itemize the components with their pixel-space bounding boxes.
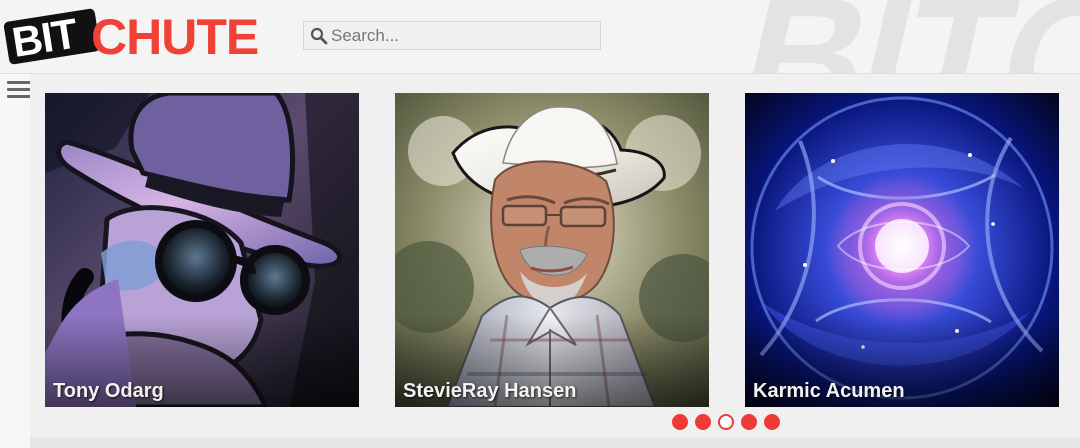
search-icon [310,27,328,45]
carousel-page-dot[interactable] [718,414,734,430]
channel-card-stevieray-hansen[interactable]: StevieRay Hansen [395,93,709,407]
carousel-page-dot[interactable] [695,414,711,430]
bitchute-logo[interactable]: BIT CHUTE [3,8,284,66]
channel-card-karmic-acumen[interactable]: Karmic Acumen [745,93,1059,407]
left-menu-strip [0,74,30,448]
channel-card-title: Karmic Acumen [753,380,905,402]
logo-chute-text: CHUTE [91,9,259,65]
search-input[interactable] [331,23,593,48]
carousel-page-dot[interactable] [672,414,688,430]
logo-bit-badge: BIT [3,8,101,66]
content-divider [30,437,1080,448]
menu-line [7,88,31,91]
hamburger-menu-icon[interactable] [7,79,31,101]
channel-card-title: StevieRay Hansen [403,380,577,402]
logo-bit-text: BIT [8,9,81,66]
carousel-page-dot[interactable] [764,414,780,430]
bitchute-page: BITC BIT CHUTE [0,0,1080,448]
menu-line [7,81,31,84]
man-in-cowboy-hat-portrait [395,93,709,407]
channel-card-tony-odarg[interactable]: Tony Odarg [45,93,359,407]
menu-line [7,95,31,98]
header-watermark: BITC [724,0,1080,73]
carousel-pagination [672,413,784,433]
channel-card-title: Tony Odarg [53,380,164,402]
search-box [303,21,601,50]
masked-figure-portrait [45,93,359,407]
featured-channel-carousel: Tony Odarg StevieRay Hansen Karmic Acume… [30,74,1080,448]
carousel-page-dot[interactable] [741,414,757,430]
cosmic-galaxy-sphere [745,93,1059,407]
site-header: BITC BIT CHUTE [0,0,1080,74]
